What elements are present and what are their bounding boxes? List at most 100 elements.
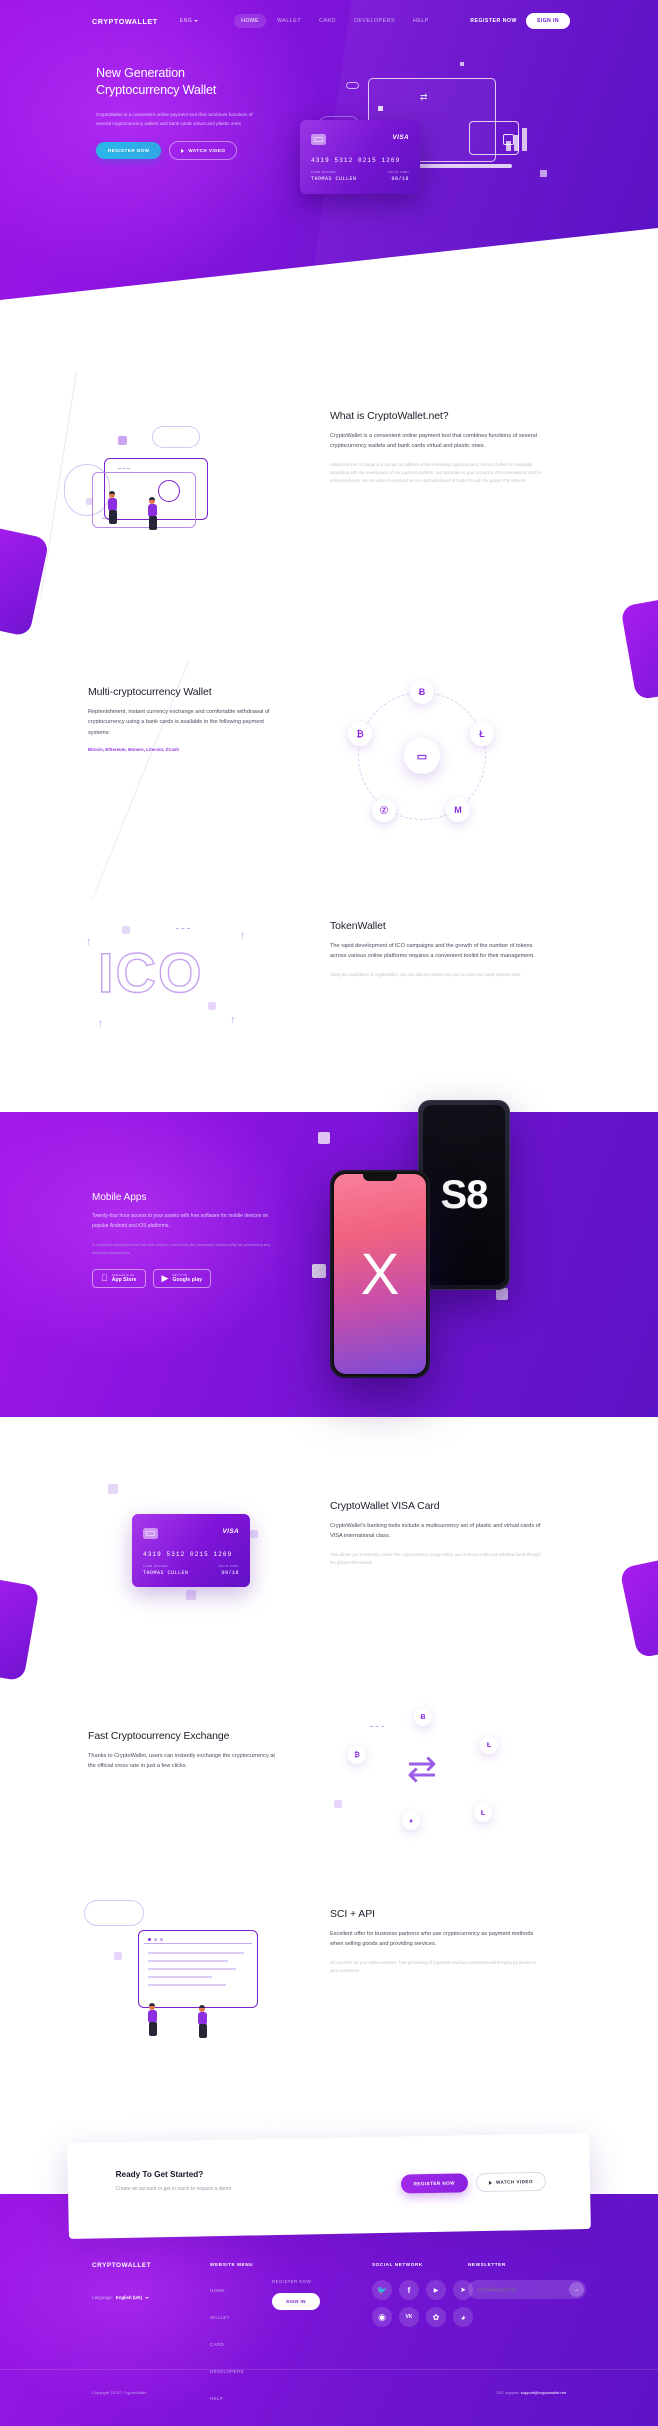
content-line (148, 1984, 226, 1986)
coin-e: Ł (474, 1804, 492, 1822)
reddit-icon[interactable]: ◕ (453, 2307, 473, 2327)
sign-in-button[interactable]: SIGN IN (525, 13, 570, 29)
coin-zcash: Ⓩ (372, 798, 396, 822)
coin-litecoin: Ł (470, 722, 494, 746)
footer-link-help[interactable]: HELP (210, 2396, 223, 2401)
visa-card-fine-print: That allows you to instantly convert the… (330, 1551, 541, 1566)
hero-title-line2: Cryptocurrency Wallet (96, 82, 217, 97)
card-number: 4319 5312 0215 1269 (311, 157, 401, 164)
play-icon (181, 148, 185, 153)
sci-api-text: SCI + API Excellent offer for business p… (330, 1908, 542, 1975)
arrow-up-icon: ↑ (240, 930, 246, 942)
footer-support-email[interactable]: support@cryptowallet.net (521, 2390, 566, 2395)
coin-a: Ƀ (414, 1708, 432, 1726)
youtube-icon[interactable]: ▶ (426, 2280, 446, 2300)
phone-s8-screen: S8 (423, 1105, 505, 1285)
mobile-apps-fine-print: A complete replacement of the web versio… (92, 1241, 271, 1255)
vk-icon[interactable]: VK (399, 2307, 419, 2327)
footer-newsletter-title: NEWSLETTER (468, 2262, 506, 2267)
apple-icon:  (101, 1273, 108, 1283)
mobile-apps-section: Mobile Apps Twenty-four hour access to y… (0, 1112, 658, 1417)
square-decoration (460, 62, 464, 66)
nav-item-developers[interactable]: DEVELOPERS (347, 14, 402, 28)
footer-newsletter: NEWSLETTER → (468, 2262, 586, 2299)
app-store-button[interactable]:  Download on the App Store (92, 1268, 146, 1288)
cta-card: Ready To Get Started? Create an account … (67, 2132, 591, 2240)
mobile-apps-paragraph: Twenty-four hour access to your assets w… (92, 1213, 269, 1229)
card-holder-label: CARD HOLDER (311, 171, 337, 174)
footer-link-wallet[interactable]: WALLET (210, 2315, 230, 2320)
github-icon[interactable]: ◉ (372, 2307, 392, 2327)
exchange-section: Fast Cryptocurrency Exchange Thanks to C… (0, 1700, 658, 1880)
cta-buttons: REGISTER NOW WATCH VIDEO (400, 2171, 547, 2194)
hero-title: New Generation Cryptocurrency Wallet (96, 65, 268, 99)
register-now-link[interactable]: REGISTER NOW (470, 18, 517, 24)
phone-x-label: X (360, 1241, 400, 1307)
coin-c: Ł (480, 1736, 498, 1754)
hero-watch-video-button[interactable]: WATCH VIDEO (169, 141, 238, 161)
brand-logo[interactable]: CRYPTOWALLET (92, 17, 158, 26)
newsletter-input[interactable] (477, 2287, 559, 2292)
nav-links: HOME WALLET CARD DEVELOPERS HELP (234, 14, 436, 28)
cta-watch-video-button[interactable]: WATCH VIDEO (475, 2171, 547, 2193)
google-play-button[interactable]: ▶ GET IT ON Google play (152, 1268, 212, 1288)
google-play-main: Google play (165, 1276, 202, 1283)
hero-register-button[interactable]: REGISTER NOW (96, 142, 162, 160)
language-switcher[interactable]: ENG (180, 18, 199, 24)
card-expiry-label: VALID THRU (218, 1565, 239, 1568)
newsletter-field[interactable]: → (468, 2280, 586, 2299)
footer-sign-in-button[interactable]: SIGN IN (272, 2293, 320, 2310)
visa-card-image: VISA 4319 5312 0215 1269 CARD HOLDER THO… (132, 1514, 250, 1587)
top-navigation: CRYPTOWALLET ENG HOME WALLET CARD DEVELO… (0, 8, 658, 34)
footer-menu-list: HOME WALLET CARD DEVELOPERS HELP (210, 2279, 253, 2405)
sci-api-paragraph: Excellent offer for business partners wh… (330, 1931, 534, 1948)
browser-dot (160, 1938, 163, 1941)
square-decoration (318, 1132, 330, 1144)
coin-symbol: ♦ (409, 1817, 413, 1825)
coin-symbol: Ł (479, 729, 485, 739)
token-wallet-paragraph: The rapid development of ICO campaigns a… (330, 943, 535, 960)
footer-link-home[interactable]: HOME (210, 2288, 225, 2293)
coin-monero: M (446, 798, 470, 822)
footer-social-title: SOCIAL NETWORK (372, 2262, 423, 2267)
newsletter-submit-button[interactable]: → (569, 2282, 584, 2297)
footer-language-switcher[interactable]: Language: English (UK) (92, 2295, 150, 2300)
wallet-circle-icon (158, 480, 180, 502)
token-wallet-text: TokenWallet The rapid development of ICO… (330, 920, 548, 979)
footer-link-card[interactable]: CARD (210, 2342, 224, 2347)
square-decoration (540, 170, 547, 177)
card-expiry: 09/18 (391, 176, 409, 182)
facebook-icon[interactable]: f (399, 2280, 419, 2300)
nav-item-home[interactable]: HOME (234, 14, 267, 28)
phone-x: X (330, 1170, 430, 1378)
coin-symbol: Ƀ (420, 1713, 426, 1721)
card-chip-icon (143, 1528, 158, 1539)
app-store-main: App Store (105, 1276, 137, 1283)
what-is-illustration (48, 420, 208, 570)
twitter-icon[interactable]: 🐦 (372, 2280, 392, 2300)
exchange-text: Fast Cryptocurrency Exchange Thanks to C… (88, 1730, 278, 1772)
cta-register-button[interactable]: REGISTER NOW (400, 2173, 469, 2194)
nav-item-help[interactable]: HELP (406, 14, 436, 28)
mobile-apps-title: Mobile Apps (92, 1192, 147, 1203)
ico-illustration: ICO ↑ ↑ ↑ ↑ (80, 910, 270, 1050)
multi-wallet-title: Multi-cryptocurrency Wallet (88, 686, 212, 698)
coin-symbol: ₿ (356, 729, 364, 739)
what-is-paragraph: CryptoWallet is a convenient online paym… (330, 433, 537, 450)
chevron-down-icon (194, 20, 199, 22)
visa-card-text: CryptoWallet VISA Card CryptoWallet's ba… (330, 1500, 542, 1567)
nav-item-wallet[interactable]: WALLET (270, 14, 308, 28)
footer-brand[interactable]: CRYPTOWALLET (92, 2262, 151, 2269)
footer-register-link[interactable]: REGISTER NOW (272, 2279, 311, 2284)
coin-bitcoin: ₿ (348, 722, 372, 746)
card-expiry: 09/18 (221, 1570, 239, 1576)
coin-ethereum: Ƀ (410, 680, 434, 704)
cloud-icon (84, 1900, 144, 1926)
what-is-text: What is CryptoWallet.net? CryptoWallet i… (330, 410, 548, 486)
weibo-icon[interactable]: ✿ (426, 2307, 446, 2327)
nav-item-card[interactable]: CARD (312, 14, 343, 28)
cloud-icon (152, 426, 200, 448)
mobile-apps-text: Mobile Apps Twenty-four hour access to y… (92, 1192, 274, 1288)
what-is-title: What is CryptoWallet.net? (330, 410, 449, 422)
token-wallet-fine-print: Using the capabilities of CryptoWallet, … (330, 971, 522, 977)
